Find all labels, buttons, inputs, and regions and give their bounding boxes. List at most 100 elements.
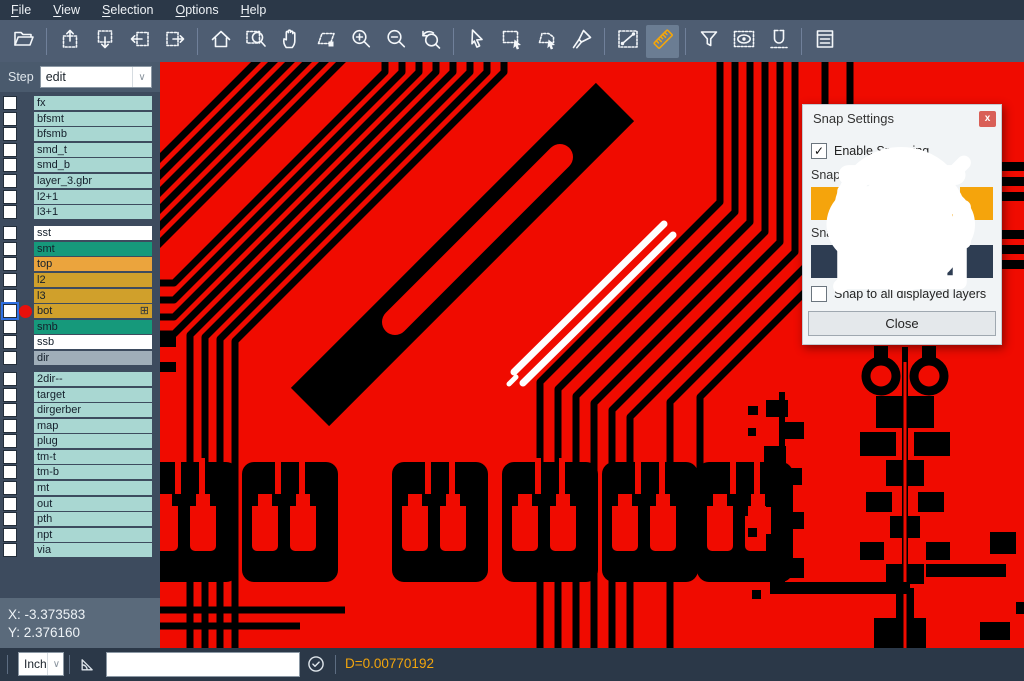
layer-visibility-checkbox[interactable] [3, 465, 17, 479]
layer-name[interactable]: smd_t [34, 143, 152, 157]
menu-item-help[interactable]: Help [230, 3, 278, 17]
layer-visibility-checkbox[interactable] [3, 190, 17, 204]
layer-name[interactable]: pth [34, 512, 152, 526]
layer-visibility-checkbox[interactable] [3, 512, 17, 526]
layer-visibility-checkbox[interactable] [3, 543, 17, 557]
toolbar-zoom-object-button[interactable] [309, 25, 342, 58]
layer-name[interactable]: npt [34, 528, 152, 542]
menu-item-view[interactable]: View [42, 3, 91, 17]
layer-visibility-checkbox[interactable] [3, 419, 17, 433]
layer-visibility-checkbox[interactable] [3, 403, 17, 417]
toolbar-select-arrow-button[interactable] [460, 25, 493, 58]
layer-name[interactable]: bfsmb [34, 127, 152, 141]
step-select[interactable]: edit ∨ [40, 66, 152, 88]
layer-visibility-checkbox[interactable] [3, 242, 17, 256]
toolbar-select-polygon-button[interactable] [530, 25, 563, 58]
layer-name[interactable]: ssb [34, 335, 152, 349]
layer-name[interactable]: bot⊞ [34, 304, 152, 318]
toolbar-select-rect-button[interactable] [495, 25, 528, 58]
pcb-view[interactable]: Snap Settings x ✓ Enable Snapping Snap F… [160, 62, 1024, 648]
layer-name[interactable]: sst [34, 226, 152, 240]
coordinate-y: Y: 2.376160 [0, 623, 160, 641]
layer-name[interactable]: smb [34, 320, 152, 334]
layer-visibility-checkbox[interactable] [3, 304, 17, 318]
layer-name[interactable]: l3 [34, 289, 152, 303]
layer-row-map: map [0, 419, 160, 433]
layer-name[interactable]: dir [34, 351, 152, 365]
layer-visibility-checkbox[interactable] [3, 335, 17, 349]
layer-name[interactable]: target [34, 388, 152, 402]
layer-name[interactable]: smd_b [34, 158, 152, 172]
layer-name[interactable]: via [34, 543, 152, 557]
toolbar-pan-left-button[interactable] [123, 25, 156, 58]
layer-name[interactable]: tm-b [34, 465, 152, 479]
layer-name[interactable]: l2 [34, 273, 152, 287]
layer-visibility-checkbox[interactable] [3, 112, 17, 126]
layer-visibility-checkbox[interactable] [3, 497, 17, 511]
layer-name[interactable]: l2+1 [34, 190, 152, 204]
command-input[interactable] [106, 652, 300, 677]
toolbar-zoom-in-button[interactable] [344, 25, 377, 58]
toolbar-report-panel-button[interactable] [808, 25, 841, 58]
toolbar-zoom-out-button[interactable] [379, 25, 412, 58]
layers-sidebar: Step edit ∨ fxbfsmtbfsmbsmd_tsmd_blayer_… [0, 62, 160, 648]
layer-name[interactable]: 2dir-- [34, 372, 152, 386]
layer-visibility-checkbox[interactable] [3, 174, 17, 188]
layer-visibility-checkbox[interactable] [3, 351, 17, 365]
layer-visibility-checkbox[interactable] [3, 320, 17, 334]
toolbar-measure-line-button[interactable] [611, 25, 644, 58]
toolbar-pan-up-button[interactable] [53, 25, 86, 58]
layer-name[interactable]: smt [34, 242, 152, 256]
layer-visibility-checkbox[interactable] [3, 481, 17, 495]
menu-item-file[interactable]: File [0, 3, 42, 17]
layer-name[interactable]: tm-t [34, 450, 152, 464]
layer-name[interactable]: bfsmt [34, 112, 152, 126]
apply-check-icon[interactable] [306, 654, 326, 679]
layer-name[interactable]: layer_3.gbr [34, 174, 152, 188]
layer-visibility-checkbox[interactable] [3, 273, 17, 287]
layer-name[interactable]: out [34, 497, 152, 511]
layer-visibility-checkbox[interactable] [3, 257, 17, 271]
toolbar-zoom-window-button[interactable] [239, 25, 272, 58]
layer-name[interactable]: top [34, 257, 152, 271]
layer-visibility-checkbox[interactable] [3, 143, 17, 157]
toolbar-separator [197, 28, 198, 55]
toolbar-open-folder-button[interactable] [7, 25, 40, 58]
layer-name[interactable]: fx [34, 96, 152, 110]
zoom-in-icon [349, 27, 373, 56]
toolbar-filter-button[interactable] [692, 25, 725, 58]
menu-item-options[interactable]: Options [164, 3, 229, 17]
toolbar-zoom-previous-button[interactable] [414, 25, 447, 58]
layer-visibility-checkbox[interactable] [3, 205, 17, 219]
angle-corner-icon[interactable] [78, 654, 98, 679]
toolbar-view-options-button[interactable] [727, 25, 760, 58]
toolbar-brush-button[interactable] [565, 25, 598, 58]
layer-visibility-checkbox[interactable] [3, 289, 17, 303]
layer-visibility-checkbox[interactable] [3, 127, 17, 141]
toolbar-ruler-button[interactable] [646, 25, 679, 58]
cursor-coordinates: X: -3.373583 Y: 2.376160 [0, 598, 160, 648]
toolbar-pan-hand-button[interactable] [274, 25, 307, 58]
layer-visibility-checkbox[interactable] [3, 388, 17, 402]
layer-visibility-checkbox[interactable] [3, 528, 17, 542]
layer-grid-icon[interactable]: ⊞ [140, 304, 149, 318]
layer-visibility-checkbox[interactable] [3, 434, 17, 448]
layer-name[interactable]: mt [34, 481, 152, 495]
snap-mode-corner-button[interactable] [960, 245, 993, 278]
snap-settings-dialog: Snap Settings x ✓ Enable Snapping Snap F… [802, 104, 1002, 345]
layer-name[interactable]: map [34, 419, 152, 433]
toolbar-home-button[interactable] [204, 25, 237, 58]
toolbar-pan-down-button[interactable] [88, 25, 121, 58]
toolbar-magnet-snap-button[interactable] [762, 25, 795, 58]
layer-visibility-checkbox[interactable] [3, 158, 17, 172]
layer-visibility-checkbox[interactable] [3, 450, 17, 464]
layer-name[interactable]: plug [34, 434, 152, 448]
layer-visibility-checkbox[interactable] [3, 372, 17, 386]
toolbar-pan-right-button[interactable] [158, 25, 191, 58]
unit-select[interactable]: Inch ∨ [18, 652, 64, 676]
layer-visibility-checkbox[interactable] [3, 96, 17, 110]
layer-name[interactable]: l3+1 [34, 205, 152, 219]
menu-item-selection[interactable]: Selection [91, 3, 164, 17]
layer-visibility-checkbox[interactable] [3, 226, 17, 240]
layer-name[interactable]: dirgerber [34, 403, 152, 417]
